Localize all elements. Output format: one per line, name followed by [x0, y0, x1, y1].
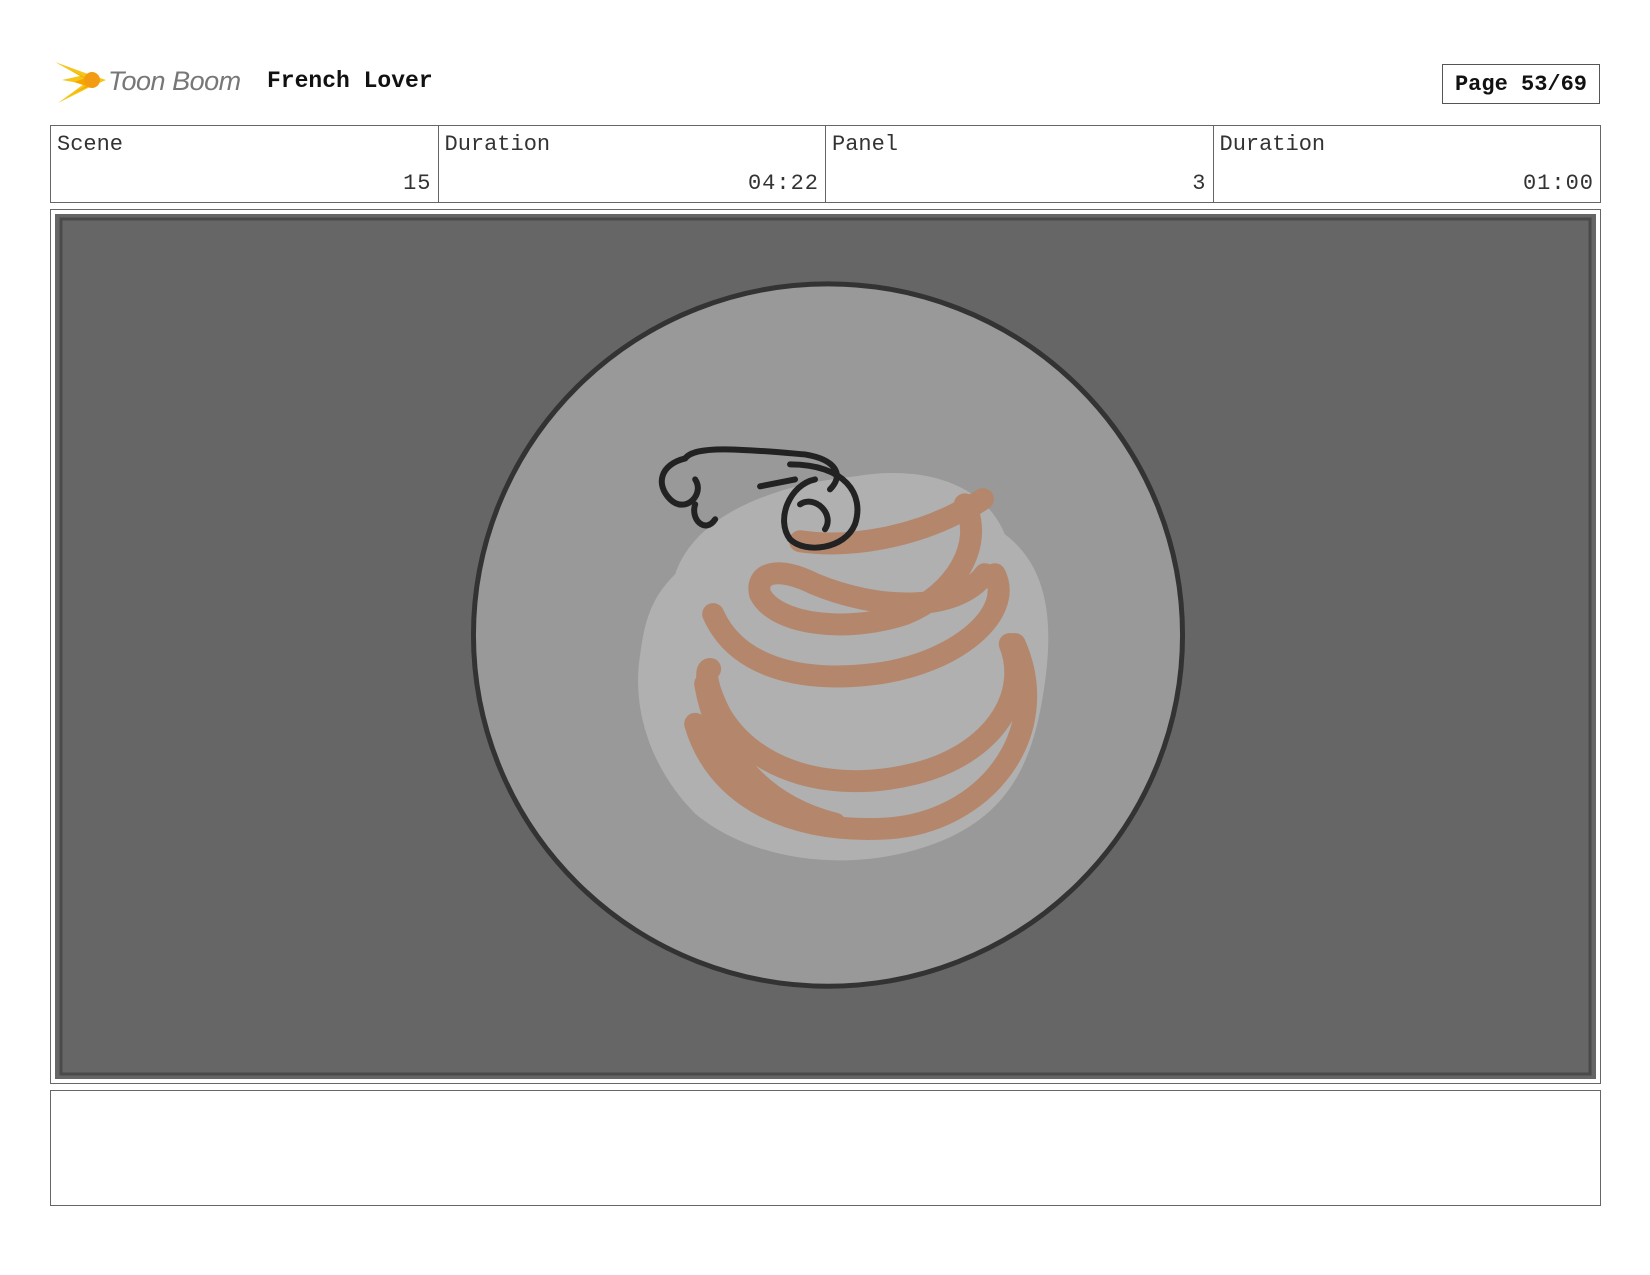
- page-label: Page 53/69: [1454, 71, 1588, 97]
- scene-value: 15: [403, 171, 432, 196]
- scene-cell: Scene 15: [51, 126, 439, 202]
- panel-label: Panel: [832, 132, 899, 157]
- scene-duration-cell: Duration 04:22: [439, 126, 826, 202]
- scene-duration-label: Duration: [444, 132, 551, 157]
- scene-label: Scene: [57, 132, 124, 157]
- scene-info-row: Scene 15 Duration 04:22 Panel 3 Duration…: [50, 125, 1601, 203]
- panel-image-area: [55, 214, 1596, 1079]
- panel-duration-label: Duration: [1219, 132, 1326, 157]
- panel-value: 3: [1192, 171, 1207, 196]
- logo-text: Toon Boom: [108, 66, 241, 96]
- panel-cell: Panel 3: [826, 126, 1214, 202]
- panel-notes: [50, 1090, 1601, 1206]
- scene-duration-value: 04:22: [747, 171, 819, 196]
- storyboard-panel: [50, 209, 1601, 1084]
- panel-duration-value: 01:00: [1522, 171, 1594, 196]
- toon-boom-logo: Toon Boom: [50, 56, 250, 106]
- starburst-icon: [55, 62, 106, 103]
- panel-sketch: [56, 215, 1595, 1078]
- project-title: French Lover: [267, 68, 433, 94]
- header: Toon Boom French Lover Page 53/69: [50, 56, 1600, 106]
- page-indicator: Page 53/69: [1442, 64, 1600, 104]
- panel-duration-cell: Duration 01:00: [1214, 126, 1601, 202]
